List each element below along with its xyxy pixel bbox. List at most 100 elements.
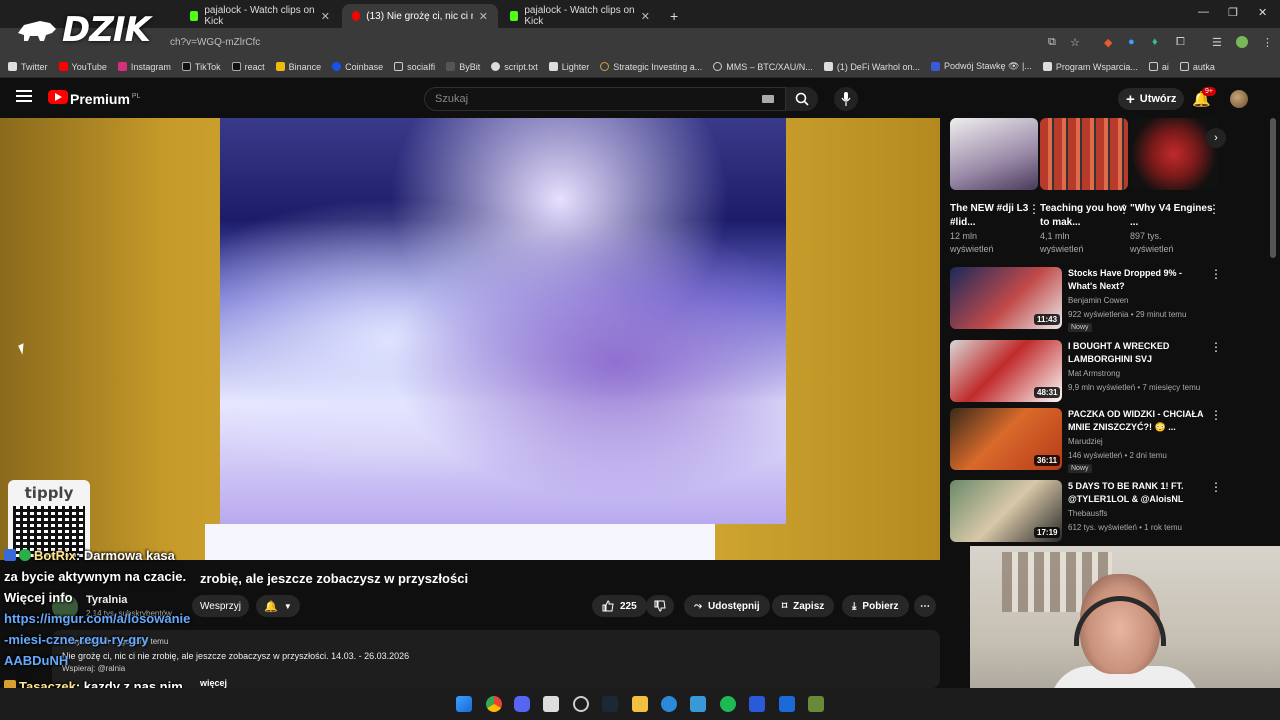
channel-name[interactable]: Marudziej: [1068, 437, 1103, 446]
minimize-icon[interactable]: —: [1198, 6, 1209, 18]
kebab-icon[interactable]: ⋮: [1210, 480, 1222, 494]
save-button[interactable]: ⌑ Zapisz: [772, 595, 835, 617]
recommended-video[interactable]: 48:31 I BOUGHT A WRECKED LAMBORGHINI SVJ…: [950, 340, 1222, 404]
support-button[interactable]: Wesprzyj: [192, 595, 249, 617]
bookmark-item[interactable]: Binance: [275, 62, 321, 72]
close-window-icon[interactable]: ✕: [1258, 6, 1267, 19]
download-button[interactable]: ⤓ Pobierz: [842, 595, 909, 617]
search-button[interactable]: [786, 87, 818, 111]
app-icon[interactable]: [690, 696, 706, 712]
short-item[interactable]: The NEW #dji L3 #lid... 12 mln wyświetle…: [950, 118, 1040, 256]
kebab-icon[interactable]: ⋮: [1028, 202, 1040, 216]
chevron-right-icon[interactable]: ›: [1206, 128, 1226, 148]
create-button[interactable]: + Utwórz: [1118, 88, 1185, 110]
bookmark-item[interactable]: ai: [1148, 62, 1169, 72]
app-icon[interactable]: [661, 696, 677, 712]
chat-link[interactable]: https://imgur.com/a/losowanie: [4, 608, 190, 629]
tab-kick-1[interactable]: pajalock - Watch clips on Kick ✕: [180, 4, 340, 28]
youtube-logo-icon[interactable]: [48, 90, 68, 104]
channel-name[interactable]: Thebausffs: [1068, 509, 1107, 518]
channel-name[interactable]: Benjamin Cowen: [1068, 296, 1128, 305]
search-input[interactable]: Szukaj: [424, 87, 786, 111]
more-actions-button[interactable]: ⋯: [914, 595, 936, 617]
maximize-icon[interactable]: ❐: [1228, 6, 1238, 19]
kebab-icon[interactable]: ⋮: [1210, 408, 1222, 422]
chat-link[interactable]: AABDuNH: [4, 650, 68, 671]
short-item[interactable]: Teaching you how to mak... 4,1 mln wyświ…: [1040, 118, 1130, 256]
obs-icon[interactable]: [573, 696, 589, 712]
profile-icon[interactable]: [1236, 36, 1248, 48]
recommended-video[interactable]: 11:43 Stocks Have Dropped 9% - What's Ne…: [950, 267, 1222, 332]
tab-kick-2[interactable]: pajalock - Watch clips on Kick ✕: [500, 4, 660, 28]
chat-link[interactable]: -miesi-czne-regu-ry-gry: [4, 629, 148, 650]
bookmark-label: Podwój Stawkę 👁 |...: [944, 61, 1032, 71]
discord-icon[interactable]: [514, 696, 530, 712]
spotify-icon[interactable]: [720, 696, 736, 712]
bookmark-item[interactable]: script.txt: [491, 62, 538, 72]
kebab-icon[interactable]: ⋮: [1210, 340, 1222, 354]
keyboard-icon[interactable]: [762, 95, 774, 103]
subscription-bell-button[interactable]: 🔔 ▼: [256, 595, 300, 617]
show-more-link[interactable]: więcej: [200, 678, 227, 688]
bookmark-item[interactable]: autka: [1179, 62, 1215, 72]
kebab-icon[interactable]: ⋮: [1262, 36, 1273, 49]
menu-icon[interactable]: ☰: [1212, 36, 1222, 49]
extension-icon[interactable]: ◆: [1104, 36, 1112, 49]
chrome-icon[interactable]: [486, 696, 502, 712]
bookmark-item[interactable]: (1) DeFi Warhol on...: [823, 62, 920, 72]
install-icon[interactable]: ⧉: [1048, 36, 1056, 49]
app-icon[interactable]: [749, 696, 765, 712]
bookmark-item[interactable]: sociaIfi: [394, 62, 435, 72]
download-label: Pobierz: [862, 600, 899, 612]
bookmark-item[interactable]: Program Wsparcia...: [1042, 62, 1138, 72]
video-title: PACZKA OD WIDZKI - CHCIAŁA MNIE ZNISZCZY…: [1068, 409, 1204, 432]
bookmark-label: Twitter: [21, 61, 48, 72]
kebab-icon[interactable]: ⋮: [1210, 267, 1222, 281]
bookmark-item[interactable]: Lighter: [548, 62, 589, 72]
bookmark-item[interactable]: Twitter: [8, 62, 48, 72]
start-icon[interactable]: [456, 696, 472, 712]
hamburger-menu-icon[interactable]: [16, 90, 32, 102]
video-player[interactable]: tipply: [0, 118, 940, 560]
new-tab-button[interactable]: +: [660, 4, 688, 28]
bookmark-item[interactable]: YouTube: [58, 62, 107, 72]
bookmark-item[interactable]: Coinbase: [332, 62, 383, 72]
close-icon[interactable]: ✕: [321, 10, 330, 23]
share-button[interactable]: ⤳ Udostępnij: [684, 595, 770, 617]
puzzle-icon[interactable]: ⧠: [1176, 36, 1185, 49]
folder-icon[interactable]: [632, 696, 648, 712]
recommended-video[interactable]: 17:19 5 DAYS TO BE RANK 1! FT. @TYLER1LO…: [950, 480, 1222, 544]
channel-name[interactable]: Mat Armstrong: [1068, 369, 1120, 378]
extension-icon[interactable]: ♦: [1152, 36, 1158, 48]
bookmark-item[interactable]: TikTok: [181, 62, 221, 72]
app-icon[interactable]: [779, 696, 795, 712]
bookmark-item[interactable]: ByBit: [446, 62, 480, 72]
bookmark-item[interactable]: Podwój Stawkę 👁 |...: [931, 61, 1032, 72]
extension-icon[interactable]: ●: [1128, 36, 1135, 48]
bookmark-item[interactable]: Strategic Investing a...: [600, 62, 702, 72]
kebab-icon[interactable]: ⋮: [1208, 202, 1220, 216]
page-scrollbar[interactable]: [1270, 118, 1276, 258]
url-field[interactable]: ch?v=WGQ-mZlrCfc: [170, 37, 260, 48]
close-icon[interactable]: ✕: [641, 10, 650, 23]
youtube-brand[interactable]: Premium PL: [70, 91, 140, 107]
star-icon[interactable]: ☆: [1070, 36, 1080, 49]
chat-message-line: za bycie aktywnym na czacie.: [4, 569, 187, 584]
recommended-video[interactable]: 36:11 PACZKA OD WIDZKI - CHCIAŁA MNIE ZN…: [950, 408, 1222, 473]
app-icon[interactable]: [543, 696, 559, 712]
kebab-icon[interactable]: ⋮: [1118, 202, 1130, 216]
like-button[interactable]: 225: [592, 595, 647, 617]
account-avatar[interactable]: [1230, 90, 1248, 108]
bookmark-item[interactable]: react: [231, 62, 265, 72]
short-item[interactable]: "Why V4 Engines ... 897 tys. wyświetleń …: [1130, 118, 1220, 256]
bookmark-item[interactable]: MMS – BTC/XAU/N...: [713, 62, 813, 72]
close-icon[interactable]: ✕: [479, 10, 488, 23]
app-icon[interactable]: [808, 696, 824, 712]
bookmark-item[interactable]: Instagram: [117, 62, 171, 72]
voice-search-button[interactable]: [834, 87, 858, 111]
short-title: Teaching you how to mak...: [1040, 203, 1127, 228]
short-thumbnail: [950, 118, 1038, 190]
steam-icon[interactable]: [602, 696, 618, 712]
dislike-button[interactable]: [646, 595, 674, 617]
tab-youtube[interactable]: (13) Nie grożę ci, nic ci nie ... ✕: [342, 4, 498, 28]
